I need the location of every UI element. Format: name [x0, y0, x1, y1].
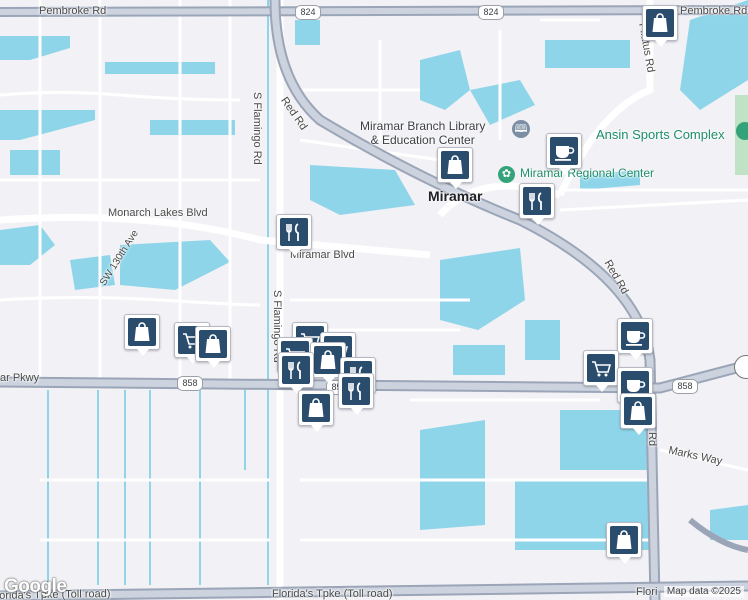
shopping-bag-icon [308, 398, 324, 417]
google-logo: Google [4, 576, 67, 597]
map-canvas[interactable]: Pembroke Rd Pembroke Rd S Flamingo Rd S … [0, 0, 748, 600]
florida-label-right: Flori [636, 586, 658, 598]
red-rd-label-bottom: Rd [646, 432, 658, 447]
regional-center-icon[interactable]: ✿ [498, 166, 515, 183]
shopping-bag-icon [134, 322, 150, 341]
shopping-bag-icon [616, 530, 632, 549]
route-824-shield-right: 824 [478, 5, 504, 20]
route-824-shield-left: 824 [295, 5, 321, 20]
map-marker-restaurant[interactable] [278, 352, 314, 394]
map-attribution[interactable]: Map data ©2025 [663, 586, 744, 597]
pembroke-rd-label-left: Pembroke Rd [39, 5, 107, 17]
pembroke-rd-label-right: Pembroke Rd [680, 5, 748, 17]
map-marker-shopping-bag[interactable] [642, 5, 678, 47]
florida-tpke-label: Florida's Tpke (Toll road) [272, 588, 393, 600]
shopping-bag-icon [320, 350, 336, 369]
flamingo-rd-label-upper: S Flamingo Rd [251, 92, 263, 165]
route-858-shield-right: 858 [672, 379, 698, 394]
coffee-cup-icon [555, 146, 575, 161]
map-marker-shopping-bag[interactable] [298, 390, 334, 432]
monarch-lakes-blvd-label: Monarch Lakes Blvd [108, 207, 208, 219]
restaurant-icon [286, 223, 299, 241]
miramar-pkwy-label: ar Pkwy [0, 372, 40, 384]
shopping-bag-icon [652, 13, 668, 32]
shopping-cart-icon [592, 361, 612, 377]
map-marker-restaurant[interactable] [519, 183, 555, 225]
map-marker-coffee-cup[interactable] [546, 133, 582, 175]
map-base-layer [0, 0, 748, 600]
restaurant-icon [529, 192, 542, 210]
sports-complex-icon[interactable] [736, 122, 748, 140]
restaurant-icon [288, 361, 301, 379]
coffee-cup-icon [626, 331, 646, 346]
map-marker-restaurant[interactable] [338, 373, 374, 415]
map-marker-shopping-bag[interactable] [437, 147, 473, 189]
map-marker-shopping-cart[interactable] [583, 350, 619, 392]
ansin-sports-complex-label[interactable]: Ansin Sports Complex [596, 127, 725, 142]
map-marker-shopping-bag[interactable] [606, 522, 642, 564]
route-858-shield-left: 858 [177, 376, 203, 391]
shopping-bag-icon [205, 334, 221, 353]
regional-center-label[interactable]: Miramar Regional Center [520, 166, 654, 180]
shopping-bag-icon [447, 155, 463, 174]
map-marker-shopping-bag[interactable] [620, 393, 656, 435]
library-label[interactable]: Miramar Branch Library & Education Cente… [360, 119, 485, 147]
canals [47, 0, 269, 585]
map-marker-restaurant[interactable] [276, 214, 312, 256]
map-marker-shopping-bag[interactable] [195, 326, 231, 368]
map-marker-coffee-cup[interactable] [617, 318, 653, 360]
miramar-city-label: Miramar [428, 188, 483, 204]
shopping-bag-icon [630, 401, 646, 420]
restaurant-icon [348, 382, 361, 400]
library-icon[interactable]: 🕮 [512, 120, 530, 138]
map-marker-shopping-bag[interactable] [124, 314, 160, 356]
